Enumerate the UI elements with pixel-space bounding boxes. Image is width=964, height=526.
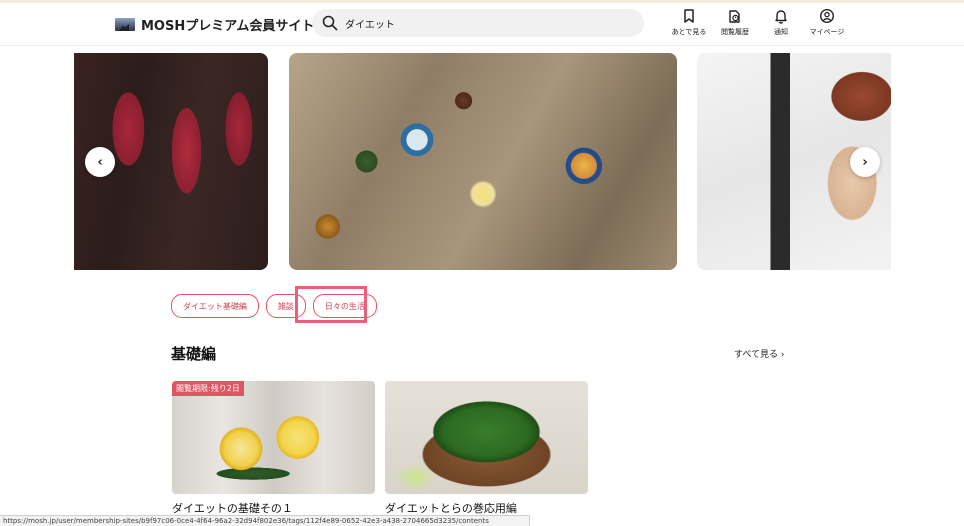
logo-image xyxy=(115,18,135,31)
carousel-prev-button[interactable]: ‹ xyxy=(85,147,115,177)
expiry-badge: 閲覧期限:残り2日 xyxy=(172,381,244,396)
nav-watch-later[interactable]: あとで見る xyxy=(664,8,714,37)
nav-mypage-label: マイページ xyxy=(809,28,845,36)
nav-notifications[interactable]: 通知 xyxy=(756,8,806,37)
content-card[interactable]: 閲覧期限:残り2日 ダイエットの基礎その１ xyxy=(172,381,375,516)
card-thumbnail-spinach xyxy=(385,381,588,494)
user-icon xyxy=(819,8,835,24)
site-title: MOSHプレミアム会員サイト xyxy=(141,19,315,34)
history-icon xyxy=(729,10,740,23)
nav-history-label: 閲覧履歴 xyxy=(721,28,749,36)
highlight-box xyxy=(295,286,367,323)
carousel-next-button[interactable]: › xyxy=(850,147,880,177)
header: MOSHプレミアム会員サイト あとで見る 閲覧履歴 通知 xyxy=(0,3,964,46)
card-thumbnail-lemon xyxy=(172,381,375,494)
nav-watch-later-label: あとで見る xyxy=(671,28,707,36)
card-title: ダイエットの基礎その１ xyxy=(172,502,293,515)
bell-icon xyxy=(775,10,787,24)
content-card[interactable]: ダイエットとらの巻応用編 xyxy=(385,381,588,516)
card-title: ダイエットとらの巻応用編 xyxy=(385,502,517,515)
nav-mypage[interactable]: マイページ xyxy=(802,8,852,37)
section-title: 基礎編 xyxy=(171,345,217,363)
nav-history[interactable]: 閲覧履歴 xyxy=(710,8,760,37)
status-bar-url: https://mosh.jp/user/membership-sites/b9… xyxy=(0,515,530,526)
search-input[interactable] xyxy=(345,17,615,29)
search-icon xyxy=(322,15,338,31)
site-logo[interactable]: MOSHプレミアム会員サイト xyxy=(115,16,315,34)
bookmark-icon xyxy=(684,9,694,23)
tag-diet-basics[interactable]: ダイエット基礎編 xyxy=(171,294,259,318)
see-all-link[interactable]: すべて見る › xyxy=(734,347,784,360)
carousel-slide-dining-table[interactable] xyxy=(289,53,677,270)
nav-notifications-label: 通知 xyxy=(774,28,788,36)
search-bar[interactable] xyxy=(312,9,644,37)
